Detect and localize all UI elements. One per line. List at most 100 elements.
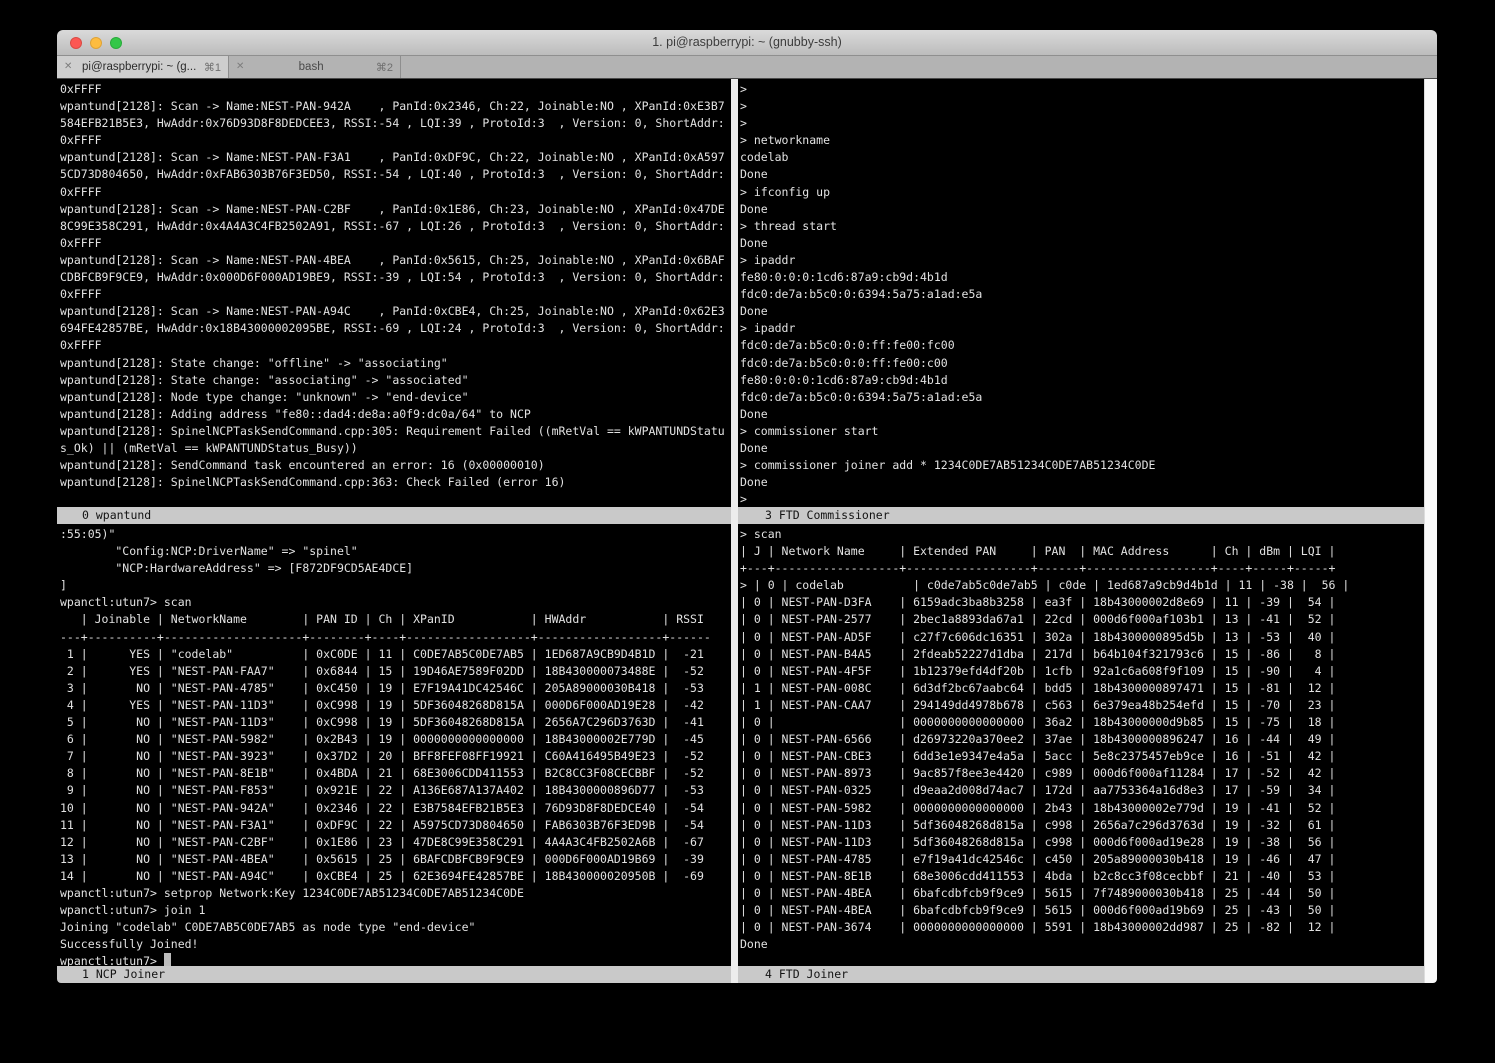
terminal-line: | 0 | NEST-PAN-11D3 | 5df36048268d815a |…: [740, 817, 1424, 834]
terminal-line: fdc0:de7a:b5c0:0:6394:5a75:a1ad:e5a: [740, 286, 1424, 303]
terminal-line: :55:05)": [60, 526, 731, 543]
terminal-line: ]: [60, 577, 731, 594]
scrollbar[interactable]: [1424, 79, 1437, 983]
window-minimize-button[interactable]: [90, 37, 102, 49]
pane-divider[interactable]: [731, 79, 738, 983]
terminal-line: fe80:0:0:0:1cd6:87a9:cb9d:4b1d: [740, 269, 1424, 286]
pane-wpantund-log[interactable]: 0xFFFFwpantund[2128]: Scan -> Name:NEST-…: [57, 79, 731, 507]
terminal-line: 694FE42857BE, HwAddr:0x18B43000002095BE,…: [60, 320, 731, 337]
pane-status-ftd-commissioner: 3 FTD Commissioner: [738, 507, 1424, 524]
terminal-line: 5 | NO | "NEST-PAN-11D3" | 0xC998 | 19 |…: [60, 714, 731, 731]
terminal-line: wpanctl:utun7> setprop Network:Key 1234C…: [60, 885, 731, 902]
terminal-line: wpantund[2128]: Scan -> Name:NEST-PAN-A9…: [60, 303, 731, 320]
tab-bash[interactable]: ✕ bash ⌘2: [229, 56, 401, 78]
terminal-line: 8C99E358C291, HwAddr:0x4A4A3C4FB2502A91,…: [60, 218, 731, 235]
terminal-line: 584EFB21B5E3, HwAddr:0x76D93D8F8DEDCEE3,…: [60, 115, 731, 132]
terminal-line: wpantund[2128]: SendCommand task encount…: [60, 457, 731, 474]
traffic-lights: [70, 37, 122, 49]
terminal-line: 5CD73D804650, HwAddr:0xFAB6303B76F3ED50,…: [60, 166, 731, 183]
terminal-line: | 1 | NEST-PAN-008C | 6d3df2bc67aabc64 |…: [740, 680, 1424, 697]
terminal-line: 0xFFFF: [60, 235, 731, 252]
terminal-line: 0xFFFF: [60, 337, 731, 354]
terminal-line: wpanctl:utun7> scan: [60, 594, 731, 611]
pane-status-ncp-joiner: 1 NCP Joiner: [57, 966, 731, 983]
terminal-line: | 0 | NEST-PAN-8E1B | 68e3006cdd411553 |…: [740, 868, 1424, 885]
terminal-line: | 0 | NEST-PAN-5982 | 0000000000000000 |…: [740, 800, 1424, 817]
terminal-line: >: [740, 491, 1424, 507]
window-title: 1. pi@raspberrypi: ~ (gnubby-ssh): [57, 30, 1437, 55]
terminal-content: 0xFFFFwpantund[2128]: Scan -> Name:NEST-…: [57, 79, 1437, 983]
terminal-line: wpantund[2128]: Node type change: "unkno…: [60, 389, 731, 406]
terminal-line: | 0 | NEST-PAN-0325 | d9eaa2d008d74ac7 |…: [740, 782, 1424, 799]
pane-ftd-commissioner[interactable]: >>>> networknamecodelabDone> ifconfig up…: [738, 79, 1424, 507]
terminal-line: wpantund[2128]: SpinelNCPTaskSendCommand…: [60, 423, 731, 440]
terminal-line: 14 | NO | "NEST-PAN-A94C" | 0xCBE4 | 25 …: [60, 868, 731, 885]
terminal-line: 9 | NO | "NEST-PAN-F853" | 0x921E | 22 |…: [60, 782, 731, 799]
terminal-line: | 0 | NEST-PAN-2577 | 2bec1a8893da67a1 |…: [740, 611, 1424, 628]
pane-ftd-joiner[interactable]: > scan| J | Network Name | Extended PAN …: [738, 524, 1424, 966]
terminal-line: > | 0 | codelab | c0de7ab5c0de7ab5 | c0d…: [740, 577, 1424, 594]
terminal-line: | 0 | NEST-PAN-D3FA | 6159adc3ba8b3258 |…: [740, 594, 1424, 611]
terminal-line: 11 | NO | "NEST-PAN-F3A1" | 0xDF9C | 22 …: [60, 817, 731, 834]
terminal-line: wpantund[2128]: Scan -> Name:NEST-PAN-4B…: [60, 252, 731, 269]
tab-bar: ✕ pi@raspberrypi: ~ (g... ⌘1 ✕ bash ⌘2: [57, 56, 1437, 79]
terminal-line: | J | Network Name | Extended PAN | PAN …: [740, 543, 1424, 560]
terminal-line: > commissioner start: [740, 423, 1424, 440]
terminal-line: wpantund[2128]: Scan -> Name:NEST-PAN-94…: [60, 98, 731, 115]
terminal-line: > thread start: [740, 218, 1424, 235]
terminal-line: Done: [740, 235, 1424, 252]
terminal-lines: >>>> networknamecodelabDone> ifconfig up…: [738, 79, 1424, 507]
terminal-line: | 0 | NEST-PAN-4785 | e7f19a41dc42546c |…: [740, 851, 1424, 868]
terminal-line: | 0 | NEST-PAN-11D3 | 5df36048268d815a |…: [740, 834, 1424, 851]
pane-status-ftd-joiner: 4 FTD Joiner: [738, 966, 1424, 983]
terminal-line: fdc0:de7a:b5c0:0:0:ff:fe00:fc00: [740, 337, 1424, 354]
tab-label: bash: [249, 61, 372, 73]
terminal-line: wpantund[2128]: State change: "offline" …: [60, 355, 731, 372]
terminal-line: > ipaddr: [740, 252, 1424, 269]
terminal-line: 10 | NO | "NEST-PAN-942A" | 0x2346 | 22 …: [60, 800, 731, 817]
terminal-lines: > scan| J | Network Name | Extended PAN …: [738, 524, 1424, 953]
terminal-line: | 0 | NEST-PAN-6566 | d26973220a370ee2 |…: [740, 731, 1424, 748]
terminal-line: > networkname: [740, 132, 1424, 149]
terminal-line: | Joinable | NetworkName | PAN ID | Ch |…: [60, 611, 731, 628]
terminal-line: Successfully Joined!: [60, 936, 731, 953]
terminal-line: >: [740, 81, 1424, 98]
window-zoom-button[interactable]: [110, 37, 122, 49]
terminal-line: fdc0:de7a:b5c0:0:6394:5a75:a1ad:e5a: [740, 389, 1424, 406]
terminal-line: s_Ok) || (mRetVal == kWPANTUNDStatus_Bus…: [60, 440, 731, 457]
terminal-line: 13 | NO | "NEST-PAN-4BEA" | 0x5615 | 25 …: [60, 851, 731, 868]
tab-close-icon[interactable]: ✕: [236, 62, 244, 72]
terminal-line: | 0 | NEST-PAN-4BEA | 6bafcdbfcb9f9ce9 |…: [740, 902, 1424, 919]
terminal-line: wpantund[2128]: Adding address "fe80::da…: [60, 406, 731, 423]
tab-shortcut: ⌘2: [376, 61, 393, 74]
terminal-line: | 0 | NEST-PAN-4F5F | 1b12379efd4df20b |…: [740, 663, 1424, 680]
terminal-line: 0xFFFF: [60, 132, 731, 149]
pane-status-wpantund: 0 wpantund: [57, 507, 731, 524]
terminal-line: | 0 | NEST-PAN-CBE3 | 6dd3e1e9347e4a5a |…: [740, 748, 1424, 765]
pane-ncp-joiner[interactable]: :55:05)" "Config:NCP:DriverName" => "spi…: [57, 524, 731, 966]
terminal-line: 2 | YES | "NEST-PAN-FAA7" | 0x6844 | 15 …: [60, 663, 731, 680]
terminal-line: >: [740, 115, 1424, 132]
terminal-line: Done: [740, 936, 1424, 953]
tab-ssh-session[interactable]: ✕ pi@raspberrypi: ~ (g... ⌘1: [57, 56, 229, 78]
terminal-line: 7 | NO | "NEST-PAN-3923" | 0x37D2 | 20 |…: [60, 748, 731, 765]
terminal-line: ---+----------+--------------------+----…: [60, 629, 731, 646]
terminal-line: 12 | NO | "NEST-PAN-C2BF" | 0x1E86 | 23 …: [60, 834, 731, 851]
tab-close-icon[interactable]: ✕: [64, 62, 72, 72]
window-title-bar[interactable]: 1. pi@raspberrypi: ~ (gnubby-ssh): [57, 30, 1437, 56]
terminal-cursor: [164, 953, 171, 966]
terminal-line: Done: [740, 303, 1424, 320]
terminal-line: 1 | YES | "codelab" | 0xC0DE | 11 | C0DE…: [60, 646, 731, 663]
terminal-line: Done: [740, 201, 1424, 218]
terminal-line: | 0 | NEST-PAN-B4A5 | 2fdeab52227d1dba |…: [740, 646, 1424, 663]
terminal-line: "NCP:HardwareAddress" => [F872DF9CD5AE4D…: [60, 560, 731, 577]
terminal-line: | 0 | | 0000000000000000 | 36a2 | 18b430…: [740, 714, 1424, 731]
terminal-line: > ipaddr: [740, 320, 1424, 337]
window-close-button[interactable]: [70, 37, 82, 49]
terminal-line: > scan: [740, 526, 1424, 543]
tab-shortcut: ⌘1: [204, 61, 221, 74]
terminal-window: 1. pi@raspberrypi: ~ (gnubby-ssh) ✕ pi@r…: [57, 30, 1437, 983]
terminal-line: 8 | NO | "NEST-PAN-8E1B" | 0x4BDA | 21 |…: [60, 765, 731, 782]
terminal-line: 4 | YES | "NEST-PAN-11D3" | 0xC998 | 19 …: [60, 697, 731, 714]
terminal-line: Done: [740, 406, 1424, 423]
